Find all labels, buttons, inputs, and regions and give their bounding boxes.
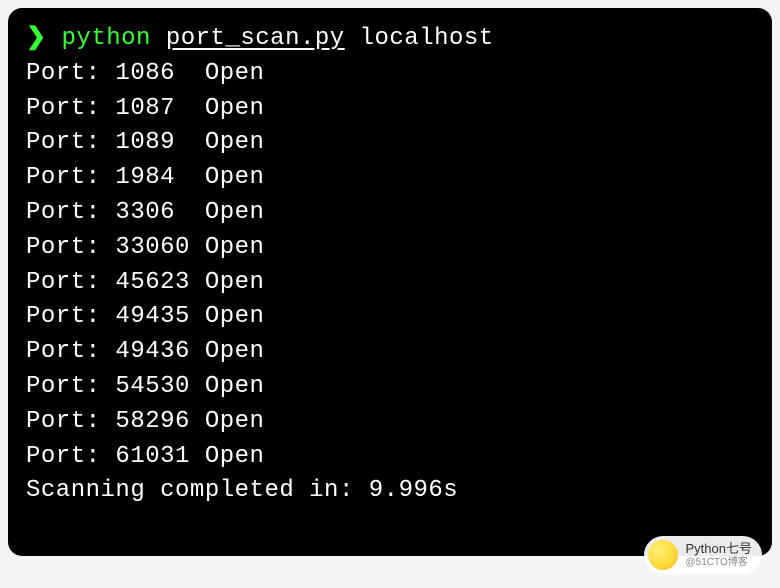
port-result-line: Port: 1984 Open — [26, 161, 754, 196]
terminal-window[interactable]: ❯ python port_scan.py localhost Port: 10… — [8, 8, 772, 556]
scan-summary-line: Scanning completed in: 9.996s — [26, 474, 754, 509]
watermark-icon — [648, 540, 678, 570]
watermark-subtitle: @51CTO博客 — [686, 557, 752, 568]
command-prompt-line: ❯ python port_scan.py localhost — [26, 22, 754, 57]
terminal-output: Port: 1086 OpenPort: 1087 OpenPort: 1089… — [26, 57, 754, 475]
port-result-line: Port: 58296 Open — [26, 405, 754, 440]
port-result-line: Port: 3306 Open — [26, 196, 754, 231]
watermark-badge: Python七号 @51CTO博客 — [644, 536, 762, 574]
port-result-line: Port: 45623 Open — [26, 266, 754, 301]
watermark-title: Python七号 — [686, 542, 752, 556]
watermark-text: Python七号 @51CTO博客 — [686, 542, 752, 567]
port-result-line: Port: 1089 Open — [26, 126, 754, 161]
prompt-symbol: ❯ — [26, 22, 47, 57]
port-result-line: Port: 54530 Open — [26, 370, 754, 405]
command-argument: localhost — [360, 22, 494, 57]
port-result-line: Port: 1086 Open — [26, 57, 754, 92]
script-filename: port_scan.py — [166, 22, 345, 57]
port-result-line: Port: 61031 Open — [26, 440, 754, 475]
port-result-line: Port: 49435 Open — [26, 300, 754, 335]
port-result-line: Port: 1087 Open — [26, 92, 754, 127]
port-result-line: Port: 33060 Open — [26, 231, 754, 266]
port-result-line: Port: 49436 Open — [26, 335, 754, 370]
command-name: python — [62, 22, 151, 57]
